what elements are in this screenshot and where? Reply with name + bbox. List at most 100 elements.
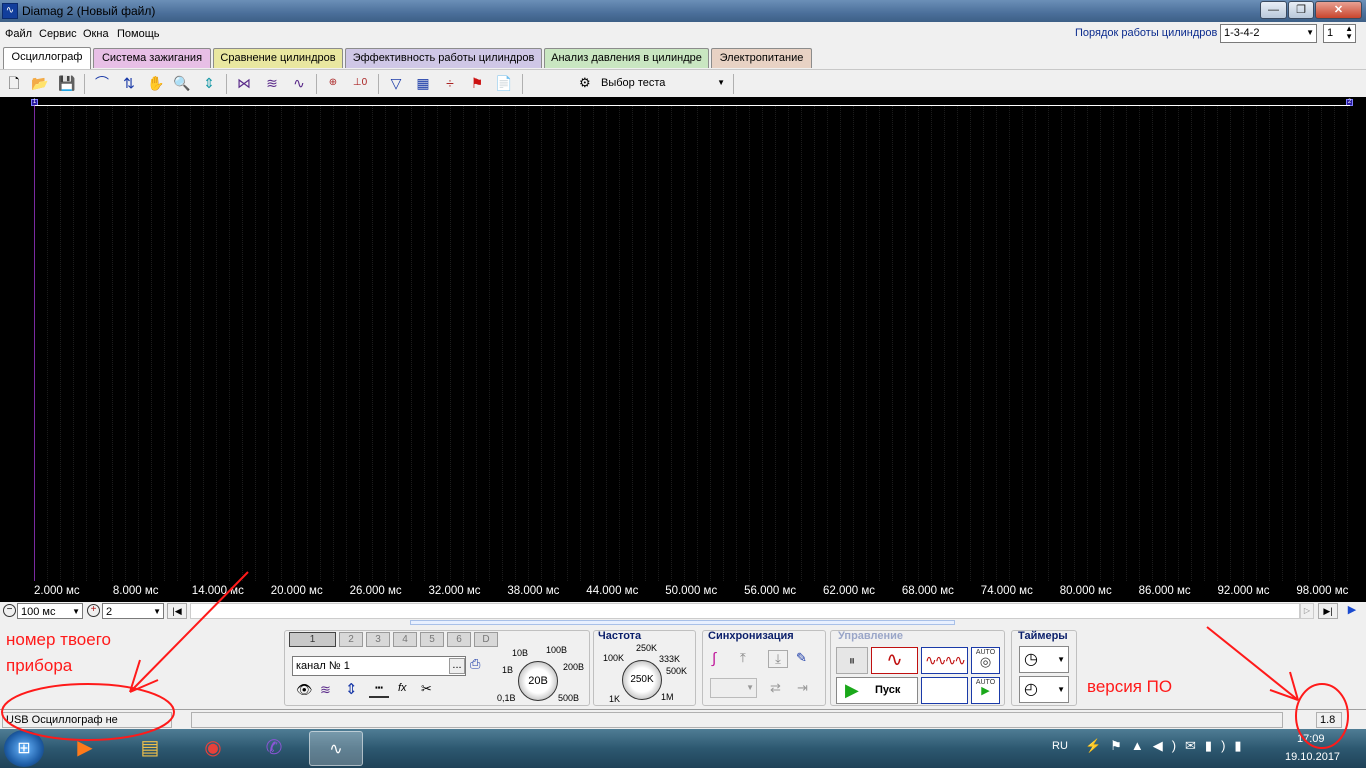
- tab-power-supply[interactable]: Электропитание: [711, 48, 812, 68]
- curve-tool-icon[interactable]: ⌒: [92, 73, 112, 93]
- go-start-icon[interactable]: |◀: [167, 603, 187, 619]
- frequency-knob[interactable]: 250K: [622, 660, 662, 700]
- timer-button-1[interactable]: ◷ ▼: [1019, 646, 1069, 673]
- vertical-cursor-icon[interactable]: ⇅: [119, 73, 139, 93]
- tab-cylinder-efficiency[interactable]: Эффективность работы цилиндров: [345, 48, 542, 68]
- zoom-icon[interactable]: 🔍: [172, 73, 192, 93]
- line-style-icon[interactable]: ┅: [369, 680, 389, 698]
- sync-down-icon[interactable]: ⤓: [768, 650, 788, 668]
- channel-button-1[interactable]: 1: [289, 632, 336, 647]
- zoom-in-icon[interactable]: +: [87, 604, 100, 617]
- tray-icons[interactable]: ⚡⚑▲◀)✉▮)▮: [1085, 738, 1251, 754]
- new-file-icon[interactable]: 🗋: [4, 73, 24, 93]
- sync-auto-icon[interactable]: ✎: [796, 650, 807, 666]
- compress-signal-icon[interactable]: ⋈: [234, 73, 254, 93]
- start-button[interactable]: ▶ Пуск: [836, 677, 918, 704]
- go-end-icon[interactable]: ▶|: [1318, 603, 1338, 619]
- eye-icon[interactable]: 👁: [296, 682, 313, 698]
- grid-line: [541, 106, 542, 581]
- voltage-knob[interactable]: 20В: [518, 661, 558, 701]
- chrome-icon[interactable]: ◉: [186, 731, 240, 766]
- zero-level-icon[interactable]: ⊥0: [350, 73, 370, 93]
- tools-icon[interactable]: ✂: [421, 681, 432, 697]
- sine-mode-button[interactable]: ∿: [871, 647, 918, 674]
- sync-merge-icon[interactable]: ⇥: [797, 680, 808, 696]
- version-status: 1.8: [1316, 712, 1342, 728]
- sync-swap-icon[interactable]: ⇄: [770, 680, 781, 696]
- function-icon[interactable]: fx: [398, 682, 407, 694]
- notes-icon[interactable]: 📄: [494, 73, 514, 93]
- sync-up-icon[interactable]: ⤒: [740, 650, 746, 666]
- oscilloscope-plot[interactable]: 1 2: [0, 97, 1366, 582]
- menu-help[interactable]: Помощь: [117, 28, 160, 40]
- channel-button-3[interactable]: 3: [366, 632, 390, 647]
- auto-scale-icon[interactable]: ⇕: [199, 73, 219, 93]
- cylinder-order-select[interactable]: 1-3-4-2 ▼: [1220, 24, 1317, 43]
- auto-button-1[interactable]: AUTO ◎: [971, 647, 1000, 674]
- sync-rising-icon[interactable]: ∫: [712, 650, 716, 667]
- cylinder-count-spinner[interactable]: 1 ▲ ▼: [1323, 24, 1356, 43]
- menu-file[interactable]: Файл: [5, 28, 32, 40]
- vertical-scale-icon[interactable]: ⇕: [345, 680, 358, 698]
- grid-line: [489, 106, 490, 581]
- auto-icon[interactable]: ⊕: [323, 73, 343, 93]
- filter-icon[interactable]: ▽: [386, 73, 406, 93]
- channel-browse-button[interactable]: ...: [449, 658, 465, 674]
- channel-button-d[interactable]: D: [474, 632, 498, 647]
- channel-button-6[interactable]: 6: [447, 632, 471, 647]
- channel-button-5[interactable]: 5: [420, 632, 444, 647]
- explorer-icon[interactable]: ▤: [123, 731, 177, 766]
- clock-date[interactable]: 19.10.2017: [1285, 751, 1340, 763]
- splitter-handle[interactable]: [410, 620, 955, 625]
- maximize-button[interactable]: ❐: [1288, 1, 1314, 19]
- hand-pan-icon[interactable]: ✋: [146, 73, 166, 93]
- media-player-icon[interactable]: ▶: [58, 731, 112, 766]
- table-icon[interactable]: ▦: [413, 73, 433, 93]
- zoom-select[interactable]: 2 ▼: [102, 603, 164, 619]
- start-orb-icon[interactable]: ⊞: [4, 730, 44, 767]
- blank-mode-button[interactable]: [921, 677, 968, 704]
- grid-line: [1269, 106, 1270, 581]
- save-icon[interactable]: 💾: [57, 73, 77, 93]
- clock-time[interactable]: 17:09: [1297, 733, 1325, 745]
- horizontal-scrollbar[interactable]: [190, 603, 1300, 619]
- divider-icon[interactable]: ÷: [440, 73, 460, 93]
- flag-icon[interactable]: ⚑: [467, 73, 487, 93]
- diamag-taskbar-icon[interactable]: ∿: [309, 731, 363, 766]
- sync-source-select[interactable]: ▼: [710, 678, 757, 698]
- timebase-select[interactable]: 100 мс ▼: [17, 603, 83, 619]
- menu-service[interactable]: Сервис: [39, 28, 77, 40]
- open-folder-icon[interactable]: 📂: [30, 73, 50, 93]
- toolbar-separator: [316, 74, 317, 94]
- wave-overlay-icon[interactable]: ≋: [262, 73, 282, 93]
- minimize-button[interactable]: —: [1260, 1, 1287, 19]
- axis-tick-label: 98.000 мс: [1296, 585, 1349, 597]
- language-indicator[interactable]: RU: [1052, 740, 1068, 752]
- grid-line: [190, 106, 191, 581]
- tab-ignition[interactable]: Система зажигания: [93, 48, 211, 68]
- zoom-out-icon[interactable]: −: [3, 604, 16, 617]
- tab-pressure-analysis[interactable]: Анализ давления в цилиндре: [544, 48, 709, 68]
- stopwatch-icon: ◷: [1024, 651, 1038, 668]
- noise-mode-button[interactable]: ∿∿∿∿: [921, 647, 968, 674]
- grid-line: [814, 106, 815, 581]
- menu-windows[interactable]: Окна: [83, 28, 109, 40]
- play-icon[interactable]: ▶: [1342, 603, 1362, 619]
- close-button[interactable]: ✕: [1315, 1, 1362, 19]
- channel-button-4[interactable]: 4: [393, 632, 417, 647]
- tab-oscilloscope[interactable]: Осциллограф: [3, 47, 91, 69]
- viber-icon[interactable]: ✆: [247, 731, 301, 766]
- pause-button[interactable]: ⏸: [836, 647, 868, 674]
- test-select[interactable]: ⚙ Выбор теста ▼: [575, 73, 731, 93]
- channel-export-icon[interactable]: ⎙: [470, 656, 480, 672]
- axis-tick-label: 26.000 мс: [349, 585, 402, 597]
- wave-pattern-icon[interactable]: ∿: [289, 73, 309, 93]
- channel-button-2[interactable]: 2: [339, 632, 363, 647]
- tab-cylinder-compare[interactable]: Сравнение цилиндров: [213, 48, 343, 68]
- channel-name-field[interactable]: канал № 1...: [292, 656, 466, 676]
- wave-filter-icon[interactable]: ≋: [320, 682, 331, 698]
- scroll-right-icon[interactable]: ▷: [1300, 603, 1314, 619]
- auto-button-2[interactable]: AUTO ▶: [971, 677, 1000, 704]
- grid-line: [645, 106, 646, 581]
- timer-button-2[interactable]: ◴ ▼: [1019, 676, 1069, 703]
